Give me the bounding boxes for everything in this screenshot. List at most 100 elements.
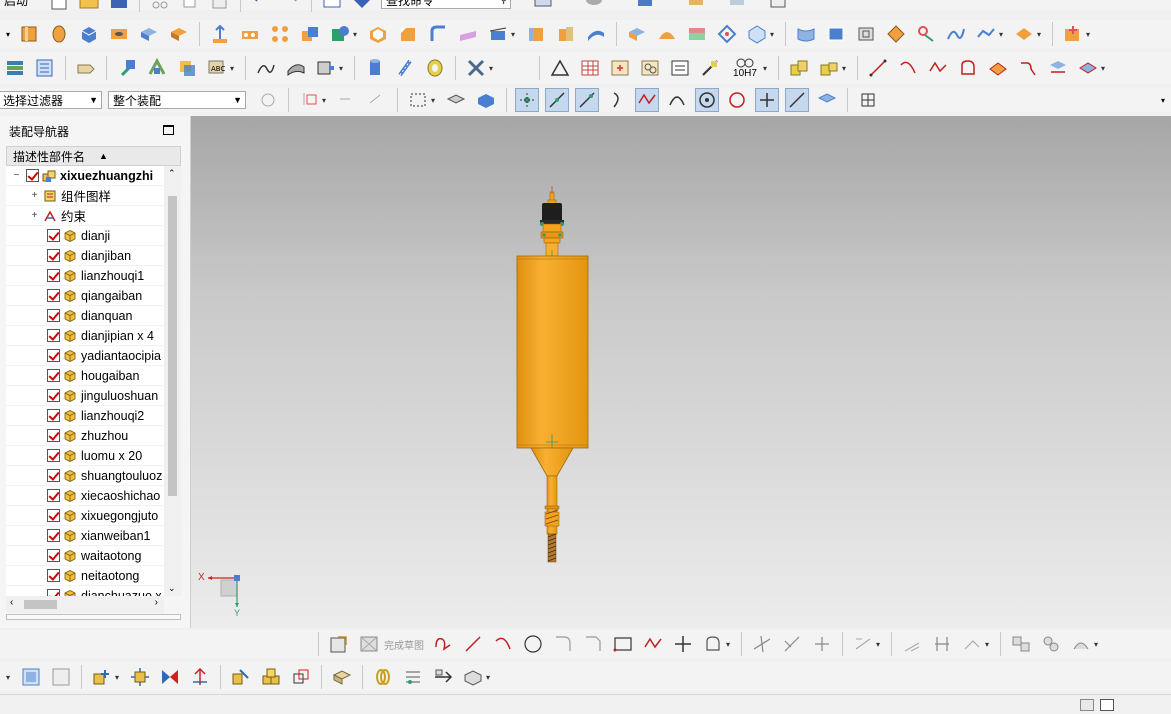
spring-icon[interactable]: [393, 56, 417, 80]
view-icon-2[interactable]: [582, 0, 606, 12]
view-icon-5[interactable]: [725, 0, 749, 12]
copy-icon[interactable]: [178, 0, 202, 12]
part-row[interactable]: yadiantaocipia: [6, 346, 164, 366]
dropdown-arrow[interactable]: ▾: [876, 640, 884, 649]
part-row[interactable]: shuangtouluoz: [6, 466, 164, 486]
pad-icon[interactable]: [167, 22, 191, 46]
dropdown-arrow[interactable]: ▾: [726, 640, 734, 649]
plus-table-icon[interactable]: [608, 56, 632, 80]
assembly-icon[interactable]: [1061, 22, 1085, 46]
cylinder-icon[interactable]: [363, 56, 387, 80]
dropdown-arrow[interactable]: ▾: [763, 64, 771, 73]
visibility-checkbox[interactable]: [47, 289, 60, 302]
part-row[interactable]: dianquan: [6, 306, 164, 326]
dropdown-arrow[interactable]: ▾: [511, 30, 519, 39]
snap-midpoint-icon[interactable]: [545, 88, 569, 112]
link-icon[interactable]: [371, 665, 395, 689]
dropdown-arrow[interactable]: ▾: [985, 640, 993, 649]
table-icon[interactable]: [578, 56, 602, 80]
visibility-checkbox[interactable]: [47, 329, 60, 342]
make-corner-icon[interactable]: [810, 632, 834, 656]
fillet-icon[interactable]: [551, 632, 575, 656]
interpart-icon[interactable]: [431, 665, 455, 689]
chamfer-icon[interactable]: [396, 22, 420, 46]
snap-point-icon[interactable]: [755, 88, 779, 112]
profile-icon[interactable]: [956, 56, 980, 80]
scrollbar-thumb[interactable]: [24, 600, 57, 609]
visibility-checkbox[interactable]: [47, 309, 60, 322]
pattern-feature-icon[interactable]: [268, 22, 292, 46]
dropdown-arrow[interactable]: ▾: [339, 64, 347, 73]
selection-filter-select[interactable]: 选择过滤器 ▼: [0, 91, 102, 109]
grid-icon[interactable]: [856, 88, 880, 112]
curve-tool-icon[interactable]: [254, 56, 278, 80]
visibility-checkbox[interactable]: [47, 489, 60, 502]
dropdown-arrow[interactable]: ▾: [1086, 30, 1094, 39]
open-folder-icon[interactable]: [77, 0, 101, 12]
snap-intersection-icon[interactable]: [635, 88, 659, 112]
part-row[interactable]: luomu x 20: [6, 446, 164, 466]
part-row[interactable]: dianjipian x 4: [6, 326, 164, 346]
arc-icon[interactable]: [896, 56, 920, 80]
bridge-curve-icon[interactable]: [1016, 56, 1040, 80]
blend-icon[interactable]: [426, 22, 450, 46]
wave-geometry-icon[interactable]: [401, 665, 425, 689]
collapse-icon[interactable]: −: [12, 171, 21, 181]
note-icon[interactable]: [668, 56, 692, 80]
auto-constraint-icon[interactable]: [960, 632, 984, 656]
add-existing-icon[interactable]: [90, 665, 114, 689]
assembly-constraints-icon[interactable]: [787, 56, 811, 80]
sketch-line-icon[interactable]: [461, 632, 485, 656]
ruled-surface-icon[interactable]: [685, 22, 709, 46]
tree-root[interactable]: − xixuezhuangzhi: [6, 166, 164, 186]
horizontal-scrollbar[interactable]: ‹ ›: [6, 596, 164, 613]
shell-icon[interactable]: [366, 22, 390, 46]
dropdown-arrow[interactable]: ▾: [1037, 30, 1045, 39]
select-feature-icon[interactable]: [365, 88, 389, 112]
draft-icon[interactable]: [456, 22, 480, 46]
surface-icon-7[interactable]: [974, 22, 998, 46]
part-row[interactable]: hougaiban: [6, 366, 164, 386]
tolerance-icon[interactable]: 10H7: [728, 56, 762, 80]
explosion-view-icon[interactable]: [330, 665, 354, 689]
scroll-left-icon[interactable]: ‹: [10, 597, 13, 608]
derived-curve-icon[interactable]: [1069, 632, 1093, 656]
rectangle-icon[interactable]: [611, 632, 635, 656]
triangle-icon[interactable]: [548, 56, 572, 80]
drawing-sheet-icon[interactable]: [49, 665, 73, 689]
search-icon[interactable]: ⚲: [500, 0, 507, 6]
column-header[interactable]: 描述性部件名 ▲: [6, 146, 181, 166]
visibility-checkbox[interactable]: [47, 549, 60, 562]
assembly-scope-select[interactable]: 整个装配 ▼: [108, 91, 246, 109]
wrap-icon[interactable]: [145, 56, 169, 80]
part-row[interactable]: dianji: [6, 226, 164, 246]
scroll-down-icon[interactable]: ⌄: [168, 583, 176, 594]
part-row[interactable]: neitaotong: [6, 566, 164, 586]
dropdown-arrow[interactable]: ▾: [322, 96, 330, 105]
dropdown-arrow[interactable]: ▾: [353, 30, 361, 39]
dropdown-arrow[interactable]: ▾: [230, 64, 238, 73]
layer-settings-icon[interactable]: [3, 56, 27, 80]
visibility-checkbox[interactable]: [47, 229, 60, 242]
feature-move-icon[interactable]: [208, 22, 232, 46]
offset-face-icon[interactable]: [524, 22, 548, 46]
mate-component-icon[interactable]: [158, 665, 182, 689]
visibility-checkbox[interactable]: [47, 589, 60, 596]
visibility-checkbox[interactable]: [47, 449, 60, 462]
offset-curve-icon[interactable]: [986, 56, 1010, 80]
expand-icon[interactable]: +: [30, 191, 39, 201]
status-icon-1[interactable]: [1080, 699, 1094, 711]
unite-icon[interactable]: [298, 22, 322, 46]
visibility-checkbox[interactable]: [47, 409, 60, 422]
dropdown-arrow[interactable]: ▾: [842, 64, 850, 73]
visibility-checkbox[interactable]: [47, 569, 60, 582]
curve-on-surface-icon[interactable]: [1076, 56, 1100, 80]
start-menu-label[interactable]: 启动: [4, 0, 44, 9]
part-row[interactable]: waitaotong: [6, 546, 164, 566]
snap-tangent-icon[interactable]: [665, 88, 689, 112]
snap-curve-icon[interactable]: [605, 88, 629, 112]
scroll-right-icon[interactable]: ›: [155, 597, 158, 608]
snap-control-icon[interactable]: [575, 88, 599, 112]
surface-icon-6[interactable]: [944, 22, 968, 46]
select-icon[interactable]: [297, 88, 321, 112]
